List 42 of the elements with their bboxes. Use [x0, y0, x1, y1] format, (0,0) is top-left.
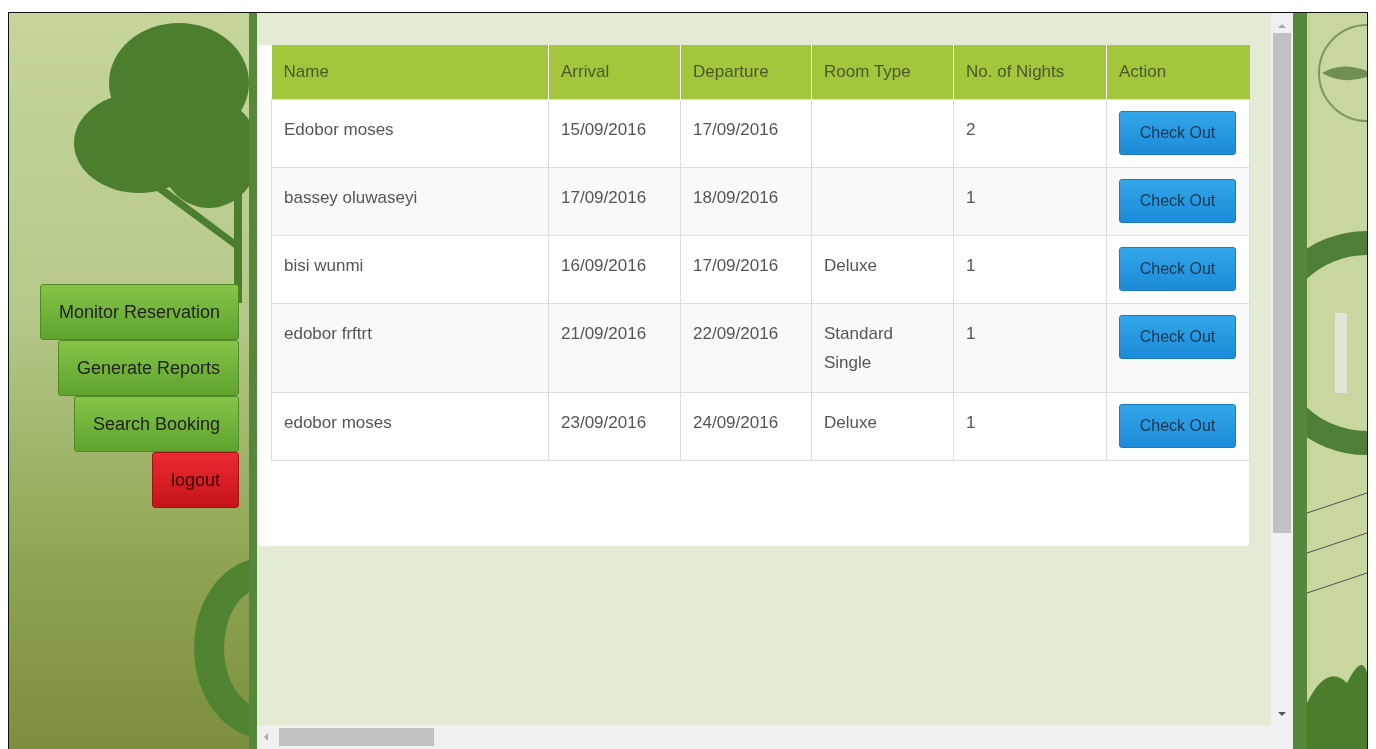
check-out-button[interactable]: Check Out — [1119, 247, 1236, 291]
table-cell: bassey oluwaseyi — [284, 188, 418, 207]
table-cell: 1 — [966, 324, 976, 343]
nav-button[interactable]: Monitor Reservation — [39, 284, 239, 340]
vertical-scrollbar[interactable] — [1271, 13, 1293, 725]
table-cell: 15/09/2016 — [561, 120, 647, 139]
logout-button[interactable]: logout — [151, 452, 239, 508]
column-header: Departure — [680, 45, 812, 100]
check-out-button[interactable]: Check Out — [1119, 403, 1236, 448]
table-cell: edobor moses — [284, 412, 392, 432]
table-cell: Deluxe — [824, 412, 877, 432]
table-cell: 18/09/2016 — [693, 188, 779, 207]
horizontal-scrollbar[interactable] — [257, 725, 1293, 749]
table-cell: 17/09/2016 — [693, 256, 779, 275]
table-cell: edobor frftrt — [284, 324, 372, 343]
nav-button[interactable]: Generate Reports — [57, 340, 239, 396]
check-out-button[interactable]: Check Out — [1119, 179, 1236, 223]
nav-button[interactable]: Search Booking — [73, 396, 239, 452]
table-cell: Deluxe — [824, 256, 877, 275]
table-cell: 16/09/2016 — [561, 256, 647, 275]
scroll-up-arrow-icon[interactable] — [1277, 21, 1287, 31]
table-cell: 1 — [966, 188, 976, 207]
check-out-button[interactable]: Check Out — [1119, 315, 1236, 359]
scroll-down-arrow-icon[interactable] — [1277, 709, 1287, 719]
column-header: Name — [271, 45, 549, 100]
column-header: Room Type — [811, 45, 954, 100]
table-cell: 1 — [966, 412, 976, 432]
table-cell: Edobor moses — [284, 120, 394, 139]
table-cell: 23/09/2016 — [561, 412, 647, 432]
column-header: Action — [1106, 45, 1250, 100]
column-header: Arrival — [548, 45, 681, 100]
column-header: No. of Nights — [953, 45, 1107, 100]
table-cell: 1 — [966, 256, 976, 275]
table-cell: Standard Single — [824, 324, 893, 372]
check-out-button[interactable]: Check Out — [1119, 111, 1236, 155]
table-cell: 2 — [966, 120, 976, 139]
table-cell: 21/09/2016 — [561, 324, 647, 343]
table-cell: 24/09/2016 — [693, 412, 779, 432]
table-cell: 17/09/2016 — [561, 188, 647, 207]
table-cell: bisi wunmi — [284, 256, 364, 275]
table-cell: 17/09/2016 — [693, 120, 779, 139]
table-cell: 22/09/2016 — [693, 324, 779, 343]
